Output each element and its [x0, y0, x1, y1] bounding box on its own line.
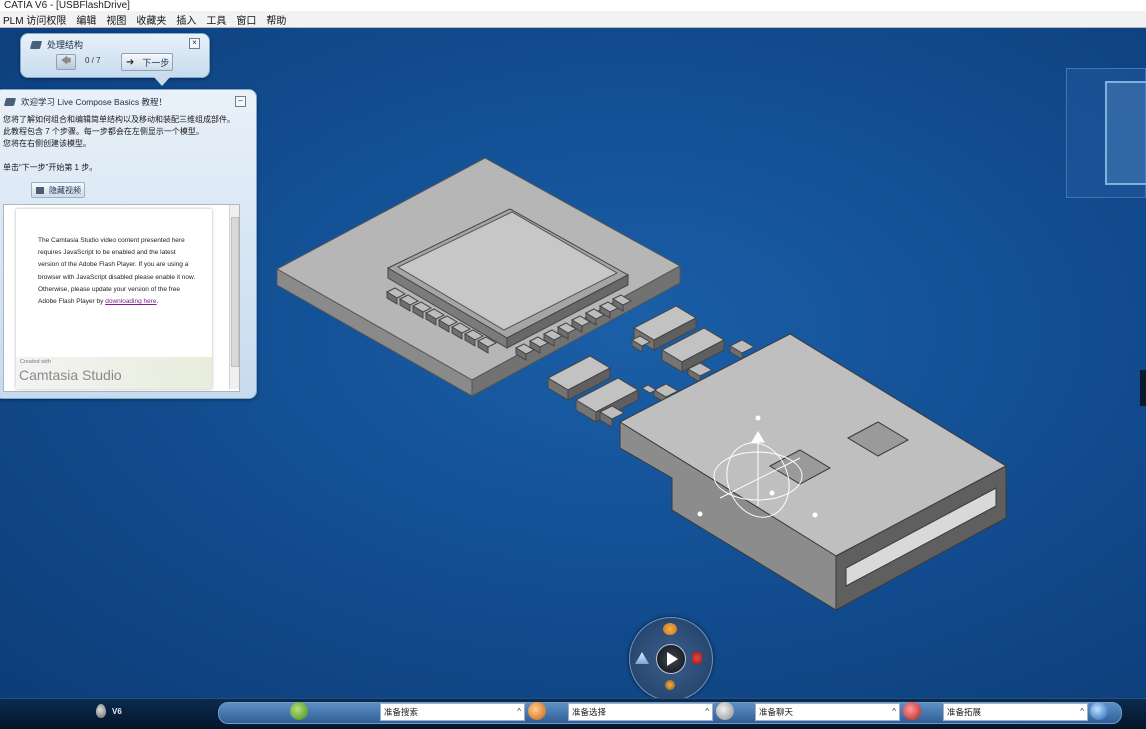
- expand-field[interactable]: 准备拓展 ^: [943, 703, 1088, 721]
- step-counter: 0 / 7: [85, 56, 101, 65]
- tutorial-panel: 欢迎学习 Live Compose Basics 教程！ – 您将了解如何组合和…: [0, 89, 257, 399]
- step-navigator-panel: 处理结构 × 🡄 0 / 7 ➜ 下一步: [20, 33, 210, 78]
- chat-field[interactable]: 准备聊天 ^: [755, 703, 900, 721]
- menu-bar: PLM 访问权限 编辑 视图 收藏夹 插入 工具 窗口 帮助: [0, 11, 1146, 28]
- tutorial-line: [3, 150, 247, 162]
- chevron-up-icon[interactable]: ^: [1080, 704, 1084, 720]
- tutorial-line: 您将了解如何组合和编辑简单结构以及移动和装配三维组成部件。: [3, 115, 235, 124]
- brand-label: V6: [112, 706, 122, 716]
- globe-icon[interactable]: [1090, 702, 1108, 720]
- minimize-icon[interactable]: –: [235, 96, 246, 107]
- menu-insert[interactable]: 插入: [176, 12, 196, 27]
- menu-tools[interactable]: 工具: [206, 12, 226, 27]
- search-field[interactable]: 准备搜索 ^: [380, 703, 525, 721]
- tutorial-line: 单击“下一步”开始第 1 步。: [3, 163, 98, 172]
- select-field-text: 准备选择: [572, 707, 607, 717]
- chat-icon[interactable]: [716, 702, 734, 720]
- compass-robot-wheel[interactable]: [629, 617, 713, 701]
- v6-logo[interactable]: V6: [96, 704, 122, 718]
- next-step-button[interactable]: ➜ 下一步: [121, 53, 173, 71]
- video-frame[interactable]: The Camtasia Studio video content presen…: [3, 204, 240, 392]
- chevron-up-icon[interactable]: ^: [517, 704, 521, 720]
- window-title-bar: CATIA V6 - [USBFlashDrive]: [0, 0, 1146, 11]
- side-panel-handle[interactable]: [1140, 370, 1146, 406]
- video-message-end: .: [156, 298, 159, 306]
- close-icon[interactable]: ×: [189, 38, 200, 49]
- tutorial-header: 欢迎学习 Live Compose Basics 教程！: [3, 96, 167, 108]
- dots-icon[interactable]: [665, 680, 675, 690]
- tutorial-title: 欢迎学习 Live Compose Basics 教程！: [21, 97, 167, 107]
- book-icon: [29, 40, 43, 49]
- bottom-bar: V6 准备搜索 ^ 准备选择 ^ 准备聊天 ^ 准备拓展 ^: [0, 698, 1146, 729]
- video-icon: [36, 186, 44, 194]
- arrow-left-icon: 🡄: [60, 56, 72, 67]
- compass-frame: [1105, 81, 1146, 185]
- search-field-text: 准备搜索: [384, 707, 419, 717]
- window-title: CATIA V6 - [USBFlashDrive]: [4, 0, 130, 11]
- hide-video-label: 隐藏视频: [49, 185, 81, 195]
- menu-help[interactable]: 帮助: [266, 12, 286, 27]
- step-back-button[interactable]: 🡄: [56, 54, 76, 70]
- menu-edit[interactable]: 编辑: [76, 12, 96, 27]
- expand-field-text: 准备拓展: [947, 707, 982, 717]
- tutorial-text: 您将了解如何组合和编辑简单结构以及移动和装配三维组成部件。 此教程包含 7 个步…: [3, 114, 247, 174]
- scrollbar-thumb[interactable]: [231, 217, 239, 367]
- shape-icon[interactable]: [635, 652, 649, 664]
- tutorial-line: 此教程包含 7 个步骤。每一步都会在左侧显示一个模型。: [3, 127, 204, 136]
- menu-plm-access[interactable]: PLM 访问权限: [3, 12, 66, 27]
- tree-icon[interactable]: [692, 652, 702, 664]
- book-icon: [3, 98, 17, 106]
- drop-icon: [96, 704, 106, 718]
- menu-view[interactable]: 视图: [106, 12, 126, 27]
- video-message-text: The Camtasia Studio video content presen…: [38, 237, 196, 306]
- menu-favorites[interactable]: 收藏夹: [136, 12, 166, 27]
- play-icon: [667, 652, 678, 666]
- search-icon[interactable]: [528, 702, 546, 720]
- step-panel-title: 处理结构: [47, 40, 84, 50]
- chevron-up-icon[interactable]: ^: [705, 704, 709, 720]
- arrow-right-icon: ➜: [126, 56, 135, 68]
- video-scrollbar[interactable]: [229, 205, 239, 389]
- hide-video-button[interactable]: 隐藏视频: [31, 182, 85, 198]
- users-icon[interactable]: [663, 623, 677, 635]
- play-button[interactable]: [656, 644, 686, 674]
- compass-widget[interactable]: [1066, 68, 1146, 198]
- step-panel-header: 处理结构: [29, 38, 84, 51]
- tutorial-line: 您将在右侧创建该模型。: [3, 139, 91, 148]
- logo-created-with: Created with: [20, 359, 51, 365]
- next-step-label: 下一步: [142, 57, 170, 68]
- compass-green-icon[interactable]: [290, 702, 308, 720]
- panel-pointer: [153, 76, 171, 86]
- video-message: The Camtasia Studio video content presen…: [38, 235, 198, 308]
- expand-icon[interactable]: [903, 702, 921, 720]
- menu-window[interactable]: 窗口: [236, 12, 256, 27]
- logo-name: Camtasia Studio: [19, 367, 122, 383]
- download-link[interactable]: downloading here: [105, 298, 156, 305]
- camtasia-logo: Created with Camtasia Studio: [16, 357, 212, 389]
- chat-field-text: 准备聊天: [759, 707, 794, 717]
- chevron-up-icon[interactable]: ^: [892, 704, 896, 720]
- video-player[interactable]: The Camtasia Studio video content presen…: [16, 209, 212, 389]
- select-field[interactable]: 准备选择 ^: [568, 703, 713, 721]
